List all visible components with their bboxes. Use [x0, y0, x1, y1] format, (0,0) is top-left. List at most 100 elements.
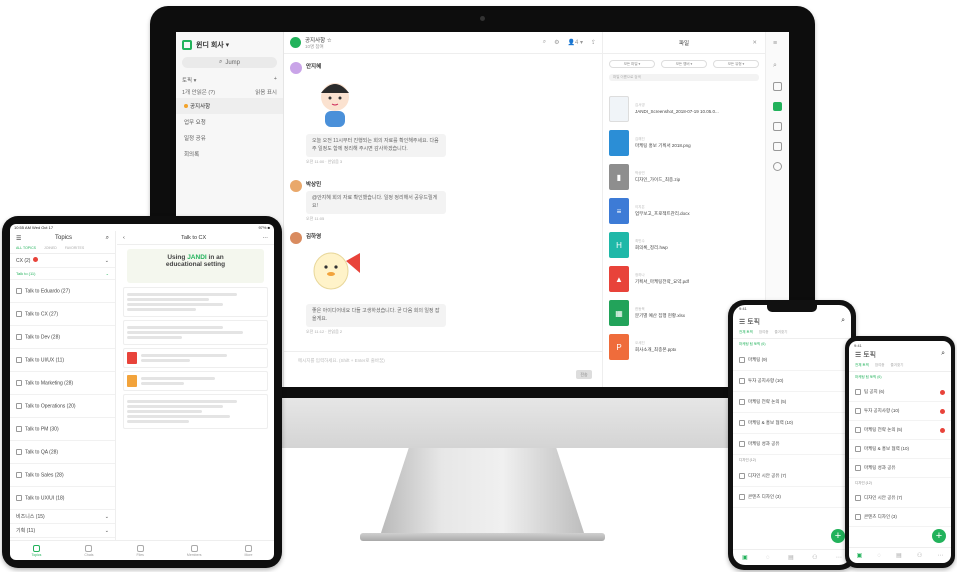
- nav-chats[interactable]: Chats: [84, 544, 94, 557]
- send-button[interactable]: 전송: [576, 370, 592, 379]
- nav-more[interactable]: More: [244, 544, 252, 557]
- add-button[interactable]: +: [831, 529, 845, 543]
- topic-row[interactable]: 마케팅 & 홍보 협력 (10): [849, 440, 951, 459]
- topic-row[interactable]: 투자 공지사항 (10): [849, 402, 951, 421]
- nav-topics[interactable]: Topics: [31, 544, 41, 557]
- topic-row[interactable]: Talk to Eduardo (27): [10, 280, 115, 303]
- share-icon[interactable]: ⇪: [591, 39, 596, 46]
- section-header[interactable]: 기획 (11) ⌄: [10, 524, 115, 538]
- settings-icon[interactable]: ⚙: [554, 39, 559, 46]
- settings-icon[interactable]: [773, 162, 782, 171]
- add-button[interactable]: +: [932, 529, 946, 543]
- topic-row[interactable]: 디자인 시안 공유 (7): [733, 466, 851, 487]
- file-search-input[interactable]: 파일 이름으로 검색: [609, 74, 759, 81]
- todo-icon[interactable]: [773, 122, 782, 131]
- avatar[interactable]: [290, 62, 302, 74]
- search-icon[interactable]: ⌕: [773, 62, 782, 71]
- message-input[interactable]: 메시지를 입력하세요. (Shift + Enter로 줄바꿈): [298, 358, 588, 364]
- topic-row[interactable]: 디자인 시안 공유 (7): [849, 489, 951, 508]
- topic-row[interactable]: Talk to QA (28): [10, 441, 115, 464]
- tab-favorites[interactable]: 즐겨찾기: [891, 363, 904, 368]
- tab-all-topics[interactable]: 전체 토픽: [855, 363, 869, 368]
- file-item[interactable]: ≡ 이지은 업무보고_프로젝트관리.docx: [609, 196, 759, 226]
- more-icon[interactable]: ⋯: [937, 552, 943, 559]
- topic-item[interactable]: 일정 공유: [176, 130, 283, 146]
- members-icon[interactable]: ⚇: [812, 554, 817, 561]
- members-button[interactable]: 👤4 ▾: [567, 39, 583, 46]
- team-switcher[interactable]: 윈디 회사 ▾: [176, 32, 283, 54]
- search-icon[interactable]: ⌕: [543, 39, 546, 46]
- topic-row[interactable]: 마케팅 전략 논의 (5): [733, 392, 851, 413]
- filter-members[interactable]: 모든 멤버 ▾: [661, 60, 707, 68]
- nav-members[interactable]: Members: [187, 544, 202, 557]
- file-item[interactable]: ▮ 박상민 디자인_가이드_최종.zip: [609, 162, 759, 192]
- announcement-icon[interactable]: [773, 82, 782, 91]
- topic-row[interactable]: Talk to Dev (28): [10, 326, 115, 349]
- menu-icon[interactable]: ☰: [16, 235, 21, 242]
- search-icon[interactable]: ⌕: [941, 350, 945, 360]
- topic-row[interactable]: Talk to Operations (20): [10, 395, 115, 418]
- nav-files[interactable]: Files: [137, 544, 144, 557]
- topic-row[interactable]: Talk to Marketing (28): [10, 372, 115, 395]
- menu-icon[interactable]: ≡: [773, 40, 782, 49]
- topic-row[interactable]: Talk to PM (30): [10, 418, 115, 441]
- tab-joined[interactable]: JOINED: [44, 246, 57, 250]
- tab-joined[interactable]: 참여중: [875, 363, 885, 368]
- topic-item-notice[interactable]: 공지사항: [176, 98, 283, 114]
- menu-icon[interactable]: ☰: [855, 352, 863, 359]
- section-header[interactable]: Talk to (11) ⌄: [10, 268, 115, 280]
- section-header[interactable]: 마케팅 팀 토픽 (6): [849, 372, 951, 383]
- avatar[interactable]: [290, 232, 302, 244]
- file-icon[interactable]: ▤: [896, 552, 902, 559]
- tab-all-topics[interactable]: 전체 토픽: [739, 330, 753, 335]
- mark-read-button[interactable]: 읽음 표시: [255, 88, 277, 96]
- section-header[interactable]: 비즈니스 (15) ⌄: [10, 510, 115, 524]
- file-item[interactable]: 김해진 마케팅 홍보 기획서 2018.png: [609, 128, 759, 158]
- chat-icon[interactable]: ◌: [766, 555, 770, 561]
- section-header[interactable]: CX (2) ⌄: [10, 254, 115, 268]
- search-icon[interactable]: ⌕: [841, 317, 845, 327]
- topics-icon[interactable]: ▣: [742, 554, 748, 561]
- more-icon[interactable]: ⋯: [836, 554, 842, 561]
- topic-row[interactable]: Talk to UI/UX (11): [10, 349, 115, 372]
- topic-item[interactable]: 업무 요청: [176, 114, 283, 130]
- search-icon[interactable]: ⌕: [106, 235, 109, 242]
- jump-search-button[interactable]: ⌕ Jump: [182, 57, 277, 68]
- menu-icon[interactable]: ☰: [739, 319, 747, 326]
- tab-favorites[interactable]: FAVORITES: [65, 246, 84, 250]
- section-header[interactable]: 디자인 (12): [849, 478, 951, 489]
- topic-section-header[interactable]: 토픽 ▾ +: [176, 74, 283, 86]
- topics-icon[interactable]: ▣: [857, 552, 863, 559]
- tab-all-topics[interactable]: ALL TOPICS: [16, 246, 36, 250]
- topic-row[interactable]: 마케팅 성과 공유: [733, 434, 851, 455]
- topic-row[interactable]: Talk to UX/UI (18): [10, 487, 115, 510]
- avatar[interactable]: [290, 180, 302, 192]
- chat-icon[interactable]: ◌: [877, 553, 881, 559]
- filter-files[interactable]: 모든 파일 ▾: [609, 60, 655, 68]
- add-topic-button[interactable]: +: [274, 76, 277, 84]
- topic-row[interactable]: 콘텐츠 디자인 (3): [733, 487, 851, 508]
- file-item[interactable]: 김서영 JANDI_Screenshot_2018-07-19 10.05.0..…: [609, 94, 759, 124]
- topic-row[interactable]: 콘텐츠 디자인 (3): [849, 508, 951, 527]
- members-icon[interactable]: ⚇: [917, 552, 922, 559]
- back-icon[interactable]: ‹: [123, 235, 125, 241]
- topic-row[interactable]: Talk to Sales (28): [10, 464, 115, 487]
- topic-row[interactable]: Talk to CX (27): [10, 303, 115, 326]
- topic-row[interactable]: 마케팅 성과 공유: [849, 459, 951, 478]
- topic-item[interactable]: 회의록: [176, 146, 283, 162]
- more-icon[interactable]: ⋯: [262, 235, 268, 241]
- file-item[interactable]: H 최민수 회의록_정리.hwp: [609, 230, 759, 260]
- calendar-icon[interactable]: [773, 142, 782, 151]
- close-icon[interactable]: ✕: [752, 40, 757, 46]
- topic-row[interactable]: 마케팅 & 홍보 협력 (10): [733, 413, 851, 434]
- file-icon[interactable]: ▤: [788, 554, 794, 561]
- section-header[interactable]: 디자인 (12): [733, 455, 851, 466]
- topic-row[interactable]: 마케팅 전략 논의 (5): [849, 421, 951, 440]
- topic-row[interactable]: 마케팅 (9): [733, 350, 851, 371]
- tab-favorites[interactable]: 즐겨찾기: [775, 330, 788, 335]
- topic-row[interactable]: 투자 공지사항 (10): [733, 371, 851, 392]
- section-header[interactable]: 마케팅 팀 토픽 (6): [733, 339, 851, 350]
- file-item[interactable]: ▲ 정하나 기획서_마케팅전략_요약.pdf: [609, 264, 759, 294]
- filter-types[interactable]: 모든 유형 ▾: [713, 60, 759, 68]
- file-icon[interactable]: [773, 102, 782, 111]
